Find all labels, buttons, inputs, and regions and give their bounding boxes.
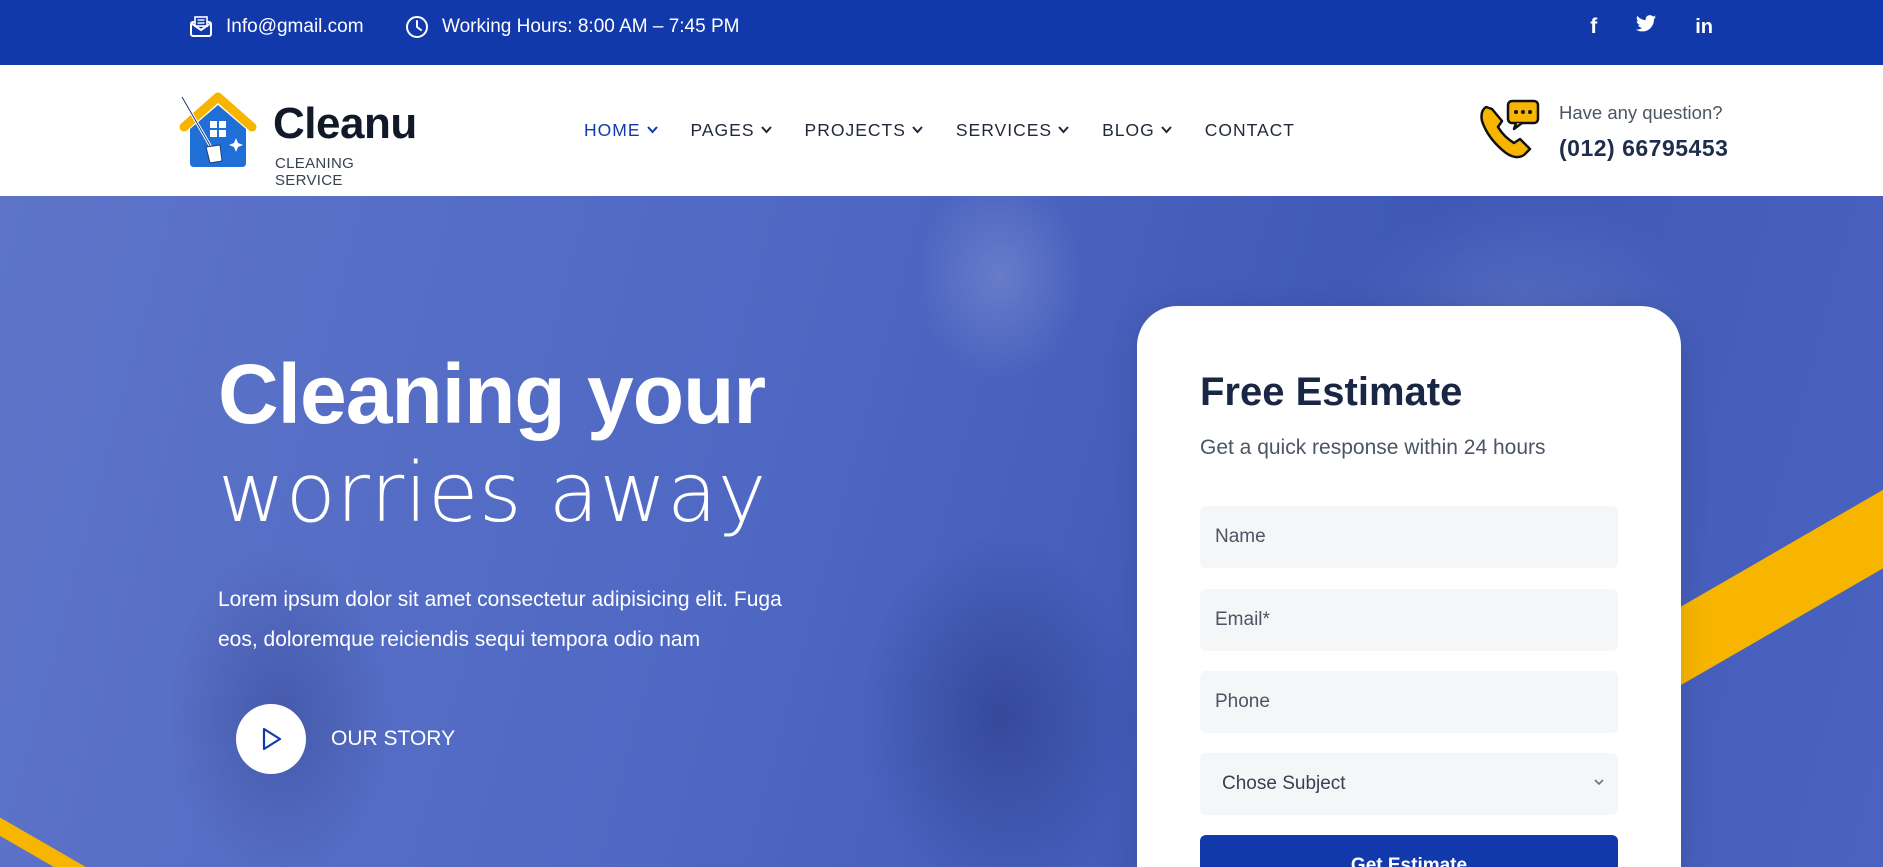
brand-logo[interactable]: Cleanu CLEANING SERVICE bbox=[176, 91, 426, 189]
subject-selected-value: Chose Subject bbox=[1222, 773, 1346, 794]
header-contact: Have any question? (012) 66795453 bbox=[1476, 93, 1796, 173]
nav-label: SERVICES bbox=[955, 120, 1053, 140]
our-story-button[interactable]: OUR STORY bbox=[236, 704, 455, 774]
nav-label: HOME bbox=[584, 120, 641, 140]
chevron-down-icon bbox=[760, 125, 772, 137]
contact-question: Have any question? bbox=[1559, 102, 1723, 123]
brand-tagline: CLEANING SERVICE bbox=[275, 155, 355, 189]
free-estimate-form: Free Estimate Get a quick response withi… bbox=[1137, 306, 1681, 867]
working-hours-text: Working Hours: 8:00 AM – 7:45 PM bbox=[442, 16, 740, 37]
email-input[interactable] bbox=[1200, 589, 1618, 651]
house-broom-icon bbox=[179, 92, 257, 167]
brand-name: Cleanu bbox=[273, 99, 417, 148]
linkedin-icon[interactable]: in bbox=[1695, 16, 1713, 39]
site-header: Cleanu CLEANING SERVICE HOME PAGES PROJE… bbox=[0, 65, 1883, 196]
nav-item-contact[interactable]: CONTACT bbox=[1205, 120, 1295, 141]
estimate-subtitle: Get a quick response within 24 hours bbox=[1200, 436, 1546, 459]
top-bar: Info@gmail.com Working Hours: 8:00 AM – … bbox=[0, 0, 1883, 65]
get-estimate-label: Get Estimate bbox=[1350, 855, 1468, 867]
chevron-down-icon bbox=[1594, 775, 1604, 789]
twitter-icon[interactable] bbox=[1635, 14, 1657, 40]
social-links: f in bbox=[1590, 0, 1713, 54]
nav-item-blog[interactable]: BLOG bbox=[1102, 120, 1172, 141]
envelope-icon bbox=[190, 16, 212, 37]
nav-label: BLOG bbox=[1102, 120, 1155, 140]
phone-chat-icon bbox=[1480, 99, 1540, 159]
working-hours-info: Working Hours: 8:00 AM – 7:45 PM bbox=[404, 0, 739, 54]
phone-input[interactable] bbox=[1200, 671, 1618, 733]
main-nav: HOME PAGES PROJECTS SERVICES BLOG CONTAC… bbox=[584, 65, 1328, 196]
chevron-down-icon bbox=[912, 125, 923, 137]
clock-icon bbox=[406, 16, 428, 38]
hero-title-bold: Cleaning your bbox=[218, 347, 766, 441]
play-icon bbox=[262, 727, 282, 751]
nav-label: CONTACT bbox=[1204, 120, 1295, 140]
get-estimate-button[interactable]: Get Estimate bbox=[1200, 835, 1618, 867]
facebook-icon[interactable]: f bbox=[1590, 15, 1597, 39]
chevron-down-icon bbox=[1058, 125, 1069, 137]
nav-item-projects[interactable]: PROJECTS bbox=[805, 120, 923, 141]
our-story-label: OUR STORY bbox=[331, 727, 456, 750]
email-info[interactable]: Info@gmail.com bbox=[188, 0, 364, 54]
name-input[interactable] bbox=[1200, 506, 1618, 568]
hero-title-light: worries away bbox=[218, 446, 767, 541]
estimate-title: Free Estimate bbox=[1200, 370, 1463, 414]
play-button[interactable] bbox=[236, 704, 306, 774]
hero-section: Cleaning your worries away Lorem ipsum d… bbox=[0, 196, 1883, 867]
nav-label: PROJECTS bbox=[804, 120, 906, 140]
chevron-down-icon bbox=[1160, 125, 1172, 137]
subject-select[interactable]: Chose Subject bbox=[1200, 753, 1618, 815]
hero-lead-text: Lorem ipsum dolor sit amet consectetur a… bbox=[218, 588, 782, 651]
chevron-down-icon bbox=[646, 125, 658, 137]
email-text: Info@gmail.com bbox=[226, 16, 364, 37]
nav-item-services[interactable]: SERVICES bbox=[956, 120, 1069, 141]
contact-phone[interactable]: (012) 66795453 bbox=[1559, 135, 1728, 162]
nav-label: PAGES bbox=[690, 120, 755, 140]
nav-item-pages[interactable]: PAGES bbox=[691, 120, 772, 141]
nav-item-home[interactable]: HOME bbox=[584, 120, 658, 141]
